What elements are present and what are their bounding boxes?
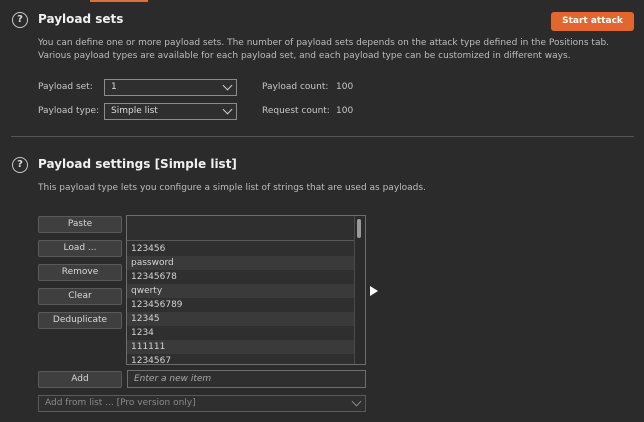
list-item[interactable]: 111111 <box>127 340 356 354</box>
clear-button[interactable]: Clear <box>38 288 122 305</box>
chevron-down-icon <box>222 104 233 115</box>
payload-list-scrollbar[interactable] <box>354 216 365 364</box>
scrollbar-thumb[interactable] <box>357 219 361 238</box>
start-attack-button[interactable]: Start attack <box>551 12 634 31</box>
request-count-value: 100 <box>336 106 354 116</box>
payload-type-value: Simple list <box>111 106 158 116</box>
payload-sets-description-line2: Various payload types are available for … <box>38 51 571 61</box>
payload-type-label: Payload type: <box>38 106 100 116</box>
chevron-down-icon <box>222 80 233 91</box>
new-item-input[interactable] <box>127 370 366 388</box>
add-from-list-value: Add from list ... [Pro version only] <box>45 398 196 408</box>
payload-count-value: 100 <box>336 82 354 92</box>
list-item[interactable]: password <box>127 256 356 270</box>
remove-button[interactable]: Remove <box>38 264 122 281</box>
section-divider <box>11 136 634 137</box>
payload-type-select[interactable]: Simple list <box>104 103 237 120</box>
intruder-payloads-panel: ? Payload sets Start attack You can defi… <box>0 0 644 422</box>
add-from-list-select[interactable]: Add from list ... [Pro version only] <box>38 395 366 412</box>
list-item[interactable]: 123456789 <box>127 298 356 312</box>
active-tab-indicator <box>90 0 148 2</box>
payload-sets-description-line1: You can define one or more payload sets.… <box>38 38 610 48</box>
list-item[interactable]: qwerty <box>127 284 356 298</box>
payload-list-header <box>127 216 356 241</box>
list-item[interactable]: 1234 <box>127 326 356 340</box>
payload-sets-title: Payload sets <box>38 12 124 26</box>
load-button[interactable]: Load ... <box>38 240 122 257</box>
payload-set-select[interactable]: 1 <box>104 79 237 96</box>
paste-button[interactable]: Paste <box>38 216 122 233</box>
payload-settings-title: Payload settings [Simple list] <box>38 157 237 171</box>
payload-settings-description: This payload type lets you configure a s… <box>38 183 426 193</box>
play-arrow-icon <box>370 286 378 296</box>
payload-list[interactable]: 123456 password 12345678 qwerty 12345678… <box>126 215 366 365</box>
list-item[interactable]: 12345 <box>127 312 356 326</box>
list-item[interactable]: 1234567 <box>127 354 356 364</box>
list-item[interactable]: 123456 <box>127 242 356 256</box>
request-count-label: Request count: <box>262 106 330 116</box>
add-button[interactable]: Add <box>38 371 122 388</box>
list-item[interactable]: 12345678 <box>127 270 356 284</box>
chevron-down-icon <box>351 396 362 407</box>
deduplicate-button[interactable]: Deduplicate <box>38 312 122 329</box>
payload-count-label: Payload count: <box>262 82 329 92</box>
payload-list-items: 123456 password 12345678 qwerty 12345678… <box>127 242 356 364</box>
payload-set-label: Payload set: <box>38 82 93 92</box>
help-icon[interactable]: ? <box>12 157 28 173</box>
payload-set-value: 1 <box>111 82 117 92</box>
help-icon[interactable]: ? <box>12 12 28 28</box>
